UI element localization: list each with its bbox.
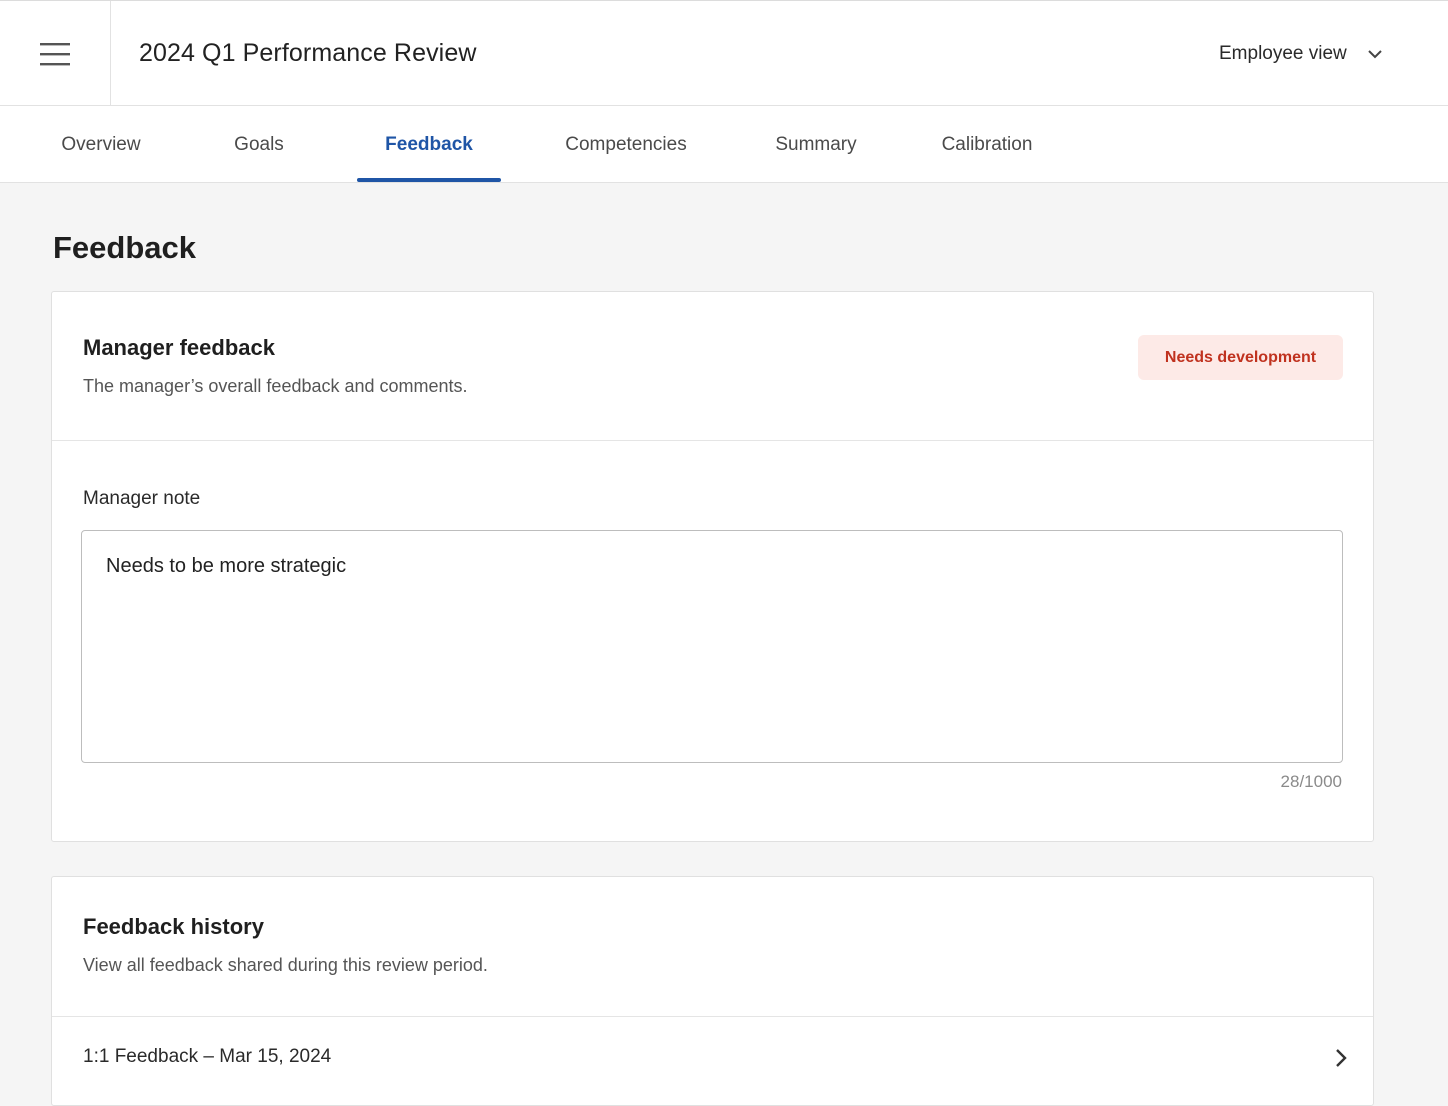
view-selector-label: Employee view xyxy=(1219,43,1347,64)
page-title: Feedback xyxy=(53,230,197,265)
manager-note-textarea[interactable]: Needs to be more strategic xyxy=(81,530,1343,763)
tab-goals[interactable]: Goals xyxy=(210,106,308,183)
list-item[interactable]: 1:1 Feedback – Mar 15, 2024 xyxy=(52,1017,1373,1101)
menu-button[interactable] xyxy=(0,1,111,106)
manager-note-label: Manager note xyxy=(83,488,201,509)
active-tab-indicator xyxy=(357,178,501,182)
tab-bar: Overview Goals Feedback Competencies Sum… xyxy=(0,106,1448,183)
hamburger-menu-icon xyxy=(40,42,70,65)
tab-feedback[interactable]: Feedback xyxy=(357,106,501,183)
tab-calibration[interactable]: Calibration xyxy=(920,106,1054,183)
manager-feedback-card: Manager feedback The manager’s overall f… xyxy=(51,291,1374,842)
feedback-history-title: Feedback history xyxy=(83,914,264,939)
manager-feedback-subtitle: The manager’s overall feedback and comme… xyxy=(83,376,468,396)
section-divider xyxy=(52,440,1373,441)
manager-feedback-title: Manager feedback xyxy=(83,335,275,360)
page-header-title: 2024 Q1 Performance Review xyxy=(139,39,477,67)
chevron-right-icon xyxy=(1336,1049,1347,1067)
view-selector-dropdown[interactable]: Employee view xyxy=(1219,43,1383,65)
chevron-down-icon xyxy=(1368,50,1382,59)
top-bar: 2024 Q1 Performance Review Employee view xyxy=(0,0,1448,106)
feedback-history-subtitle: View all feedback shared during this rev… xyxy=(83,955,488,975)
tab-overview[interactable]: Overview xyxy=(40,106,162,183)
tab-competencies[interactable]: Competencies xyxy=(540,106,712,183)
list-item-label: 1:1 Feedback – Mar 15, 2024 xyxy=(83,1046,332,1067)
feedback-history-card: Feedback history View all feedback share… xyxy=(51,876,1374,1106)
character-counter: 28/1000 xyxy=(1280,772,1342,791)
tab-summary[interactable]: Summary xyxy=(750,106,882,183)
status-badge: Needs development xyxy=(1138,335,1343,380)
